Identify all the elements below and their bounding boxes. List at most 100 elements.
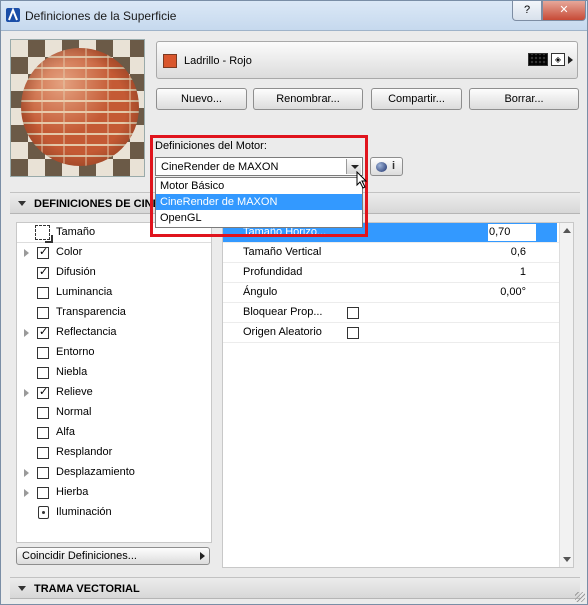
help-button[interactable]: ? xyxy=(512,1,542,21)
channel-item[interactable]: Luminancia xyxy=(17,283,211,303)
engine-option-opengl[interactable]: OpenGL xyxy=(156,210,362,226)
delete-button[interactable]: Borrar... xyxy=(469,88,579,110)
property-checkbox[interactable] xyxy=(347,327,359,339)
render-engine-icon xyxy=(376,162,387,172)
channel-item[interactable]: Color xyxy=(17,243,211,263)
channel-item[interactable]: Alfa xyxy=(17,423,211,443)
resize-grip[interactable] xyxy=(575,592,585,602)
texture-icon: ◈ xyxy=(551,53,565,66)
property-value-input[interactable]: 0,70 xyxy=(487,223,537,242)
channel-item[interactable]: Reflectancia xyxy=(17,323,211,343)
match-settings-label: Coincidir Definiciones... xyxy=(22,550,137,562)
channel-label: Relieve xyxy=(56,386,93,398)
engine-option-basic[interactable]: Motor Básico xyxy=(156,178,362,194)
mouse-cursor-icon xyxy=(356,171,368,189)
vector-hatch-header[interactable]: TRAMA VECTORIAL xyxy=(10,577,580,599)
material-selector[interactable]: Ladrillo - Rojo ◈ xyxy=(156,41,578,79)
hatch-pattern-icon xyxy=(528,53,548,66)
channel-label: Resplandor xyxy=(56,446,113,458)
channel-item[interactable]: Desplazamiento xyxy=(17,463,211,483)
channel-checkbox[interactable] xyxy=(37,367,49,379)
channel-checkbox[interactable] xyxy=(37,447,49,459)
vertical-scrollbar[interactable] xyxy=(559,223,573,567)
property-row[interactable]: Bloquear Prop... xyxy=(223,303,563,323)
channel-checkbox[interactable] xyxy=(37,265,49,279)
channel-label: Reflectancia xyxy=(56,326,117,338)
section-title: TRAMA VECTORIAL xyxy=(34,583,140,595)
channel-checkbox[interactable] xyxy=(37,467,49,479)
channel-item[interactable]: Transparencia xyxy=(17,303,211,323)
material-preview xyxy=(10,39,145,177)
property-value[interactable]: 1 xyxy=(520,266,526,278)
channel-size-label: Tamaño xyxy=(56,226,96,238)
preview-sphere xyxy=(21,48,139,166)
engine-option-cinerender[interactable]: CineRender de MAXON xyxy=(156,194,362,210)
channel-label: Desplazamiento xyxy=(56,466,135,478)
expand-arrow-icon[interactable] xyxy=(24,469,29,477)
channel-list: Tamaño Color Difusión Luminancia Transpa… xyxy=(16,222,212,543)
channel-lighting[interactable]: Iluminación xyxy=(17,503,211,523)
chevron-right-icon xyxy=(200,552,205,560)
channel-checkbox[interactable] xyxy=(37,487,49,499)
property-name: Profundidad xyxy=(243,266,303,278)
channel-label: Hierba xyxy=(56,486,89,498)
property-checkbox[interactable] xyxy=(347,307,359,319)
channel-item[interactable]: Relieve xyxy=(17,383,211,403)
property-name: Origen Aleatorio xyxy=(243,326,322,338)
new-button[interactable]: Nuevo... xyxy=(156,88,247,110)
property-row[interactable]: Ángulo 0,00° xyxy=(223,283,563,303)
property-panel: Tamaño Horizo... 0,70 Tamaño Vertical 0,… xyxy=(222,222,574,568)
channel-label: Transparencia xyxy=(56,306,126,318)
scroll-down-icon[interactable] xyxy=(563,557,571,562)
channel-item[interactable]: Niebla xyxy=(17,363,211,383)
match-settings-button[interactable]: Coincidir Definiciones... xyxy=(16,547,210,565)
chevron-right-icon[interactable] xyxy=(568,55,573,64)
property-name: Ángulo xyxy=(243,286,278,298)
channel-item[interactable]: Difusión xyxy=(17,263,211,283)
engine-selected-value: CineRender de MAXON xyxy=(161,161,279,173)
channel-label: Normal xyxy=(56,406,92,418)
expand-arrow-icon[interactable] xyxy=(24,389,29,397)
property-name: Bloquear Prop... xyxy=(243,306,323,318)
expand-arrow-icon[interactable] xyxy=(24,249,29,257)
channel-checkbox[interactable] xyxy=(37,427,49,439)
channel-checkbox[interactable] xyxy=(37,287,49,299)
property-row[interactable]: Tamaño Vertical 0,6 xyxy=(223,243,563,263)
archicad-app-icon xyxy=(6,8,20,22)
channel-checkbox[interactable] xyxy=(37,347,49,359)
engine-info-button[interactable]: i xyxy=(370,157,403,176)
collapse-triangle-icon xyxy=(18,586,26,591)
channel-checkbox[interactable] xyxy=(37,385,49,399)
lock-icon xyxy=(38,506,49,519)
channel-item[interactable]: Hierba xyxy=(17,483,211,503)
scroll-up-icon[interactable] xyxy=(563,228,571,233)
info-icon: i xyxy=(392,160,396,172)
channel-checkbox[interactable] xyxy=(37,407,49,419)
share-button[interactable]: Compartir... xyxy=(371,88,462,110)
channel-label: Alfa xyxy=(56,426,75,438)
window-title: Definiciones de la Superficie xyxy=(25,9,177,23)
engine-select[interactable]: CineRender de MAXON xyxy=(155,157,363,176)
property-row[interactable]: Profundidad 1 xyxy=(223,263,563,283)
close-button[interactable]: ✕ xyxy=(542,1,586,21)
material-swatch xyxy=(163,54,177,68)
rename-button[interactable]: Renombrar... xyxy=(253,88,363,110)
channel-checkbox[interactable] xyxy=(37,325,49,339)
channel-label: Niebla xyxy=(56,366,88,378)
channel-item[interactable]: Entorno xyxy=(17,343,211,363)
channel-label: Luminancia xyxy=(56,286,113,298)
expand-arrow-icon[interactable] xyxy=(24,489,29,497)
collapse-triangle-icon xyxy=(18,201,26,206)
channel-checkbox[interactable] xyxy=(37,245,49,259)
property-row[interactable]: Origen Aleatorio xyxy=(223,323,563,343)
channel-checkbox[interactable] xyxy=(37,307,49,319)
property-value[interactable]: 0,00° xyxy=(500,286,526,298)
surface-settings-dialog: Definiciones de la Superficie ? ✕ Ladril… xyxy=(0,0,588,605)
channel-label: Color xyxy=(56,246,83,258)
channel-item[interactable]: Resplandor xyxy=(17,443,211,463)
title-bar[interactable]: Definiciones de la Superficie ? ✕ xyxy=(1,1,587,31)
channel-item[interactable]: Normal xyxy=(17,403,211,423)
expand-arrow-icon[interactable] xyxy=(24,329,29,337)
engine-dropdown-list: Motor Básico CineRender de MAXON OpenGL xyxy=(155,177,363,228)
property-value[interactable]: 0,6 xyxy=(511,246,526,258)
